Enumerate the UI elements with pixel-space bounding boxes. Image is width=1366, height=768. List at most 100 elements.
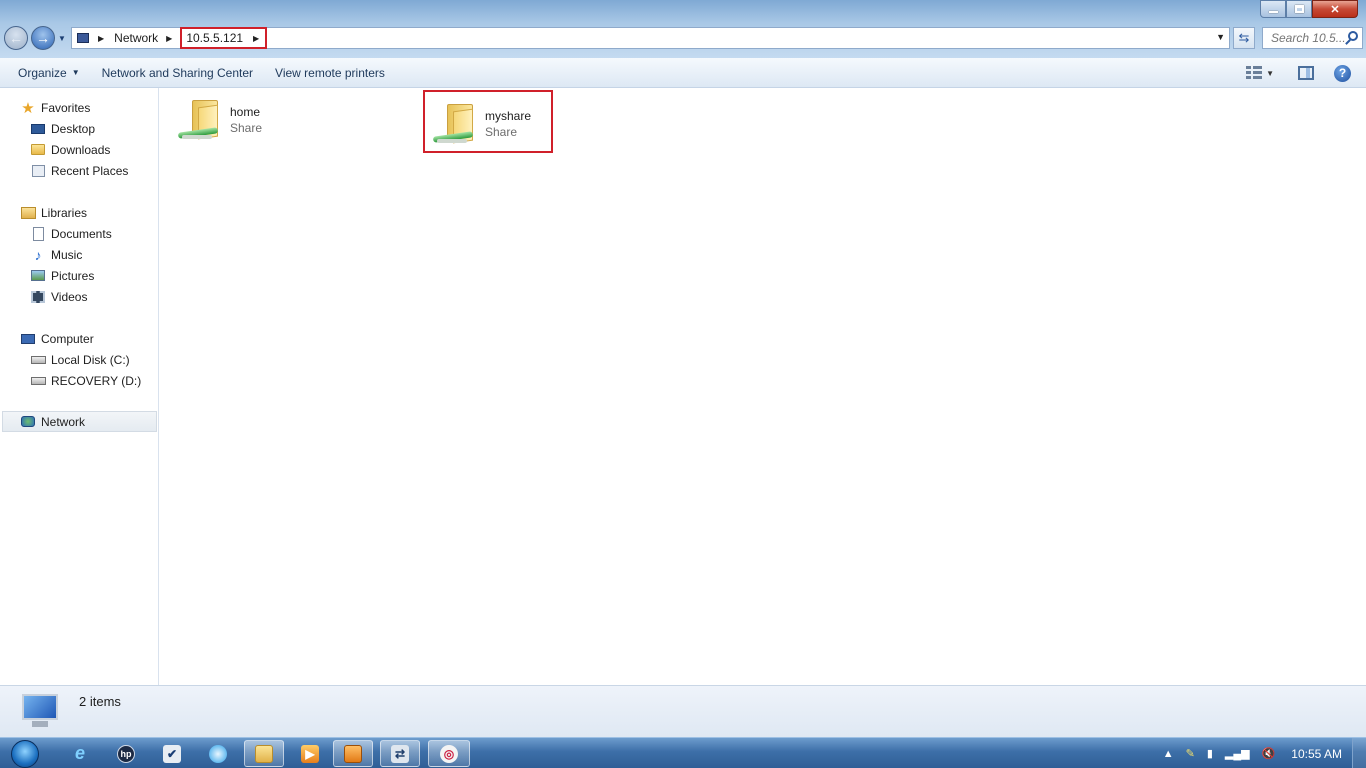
nav-item-recent-places[interactable]: Recent Places: [0, 160, 159, 181]
nav-item-recovery[interactable]: RECOVERY (D:): [0, 370, 159, 391]
nav-item-pictures[interactable]: Pictures: [0, 265, 159, 286]
folder-icon: [255, 744, 273, 763]
breadcrumb-current-highlight[interactable]: 10.5.5.121 ▶: [180, 27, 268, 49]
battery-icon[interactable]: ▮: [1207, 747, 1213, 760]
nav-item-downloads[interactable]: Downloads: [0, 139, 159, 160]
organize-menu[interactable]: Organize ▼: [0, 58, 91, 88]
chevron-down-icon: ▼: [71, 68, 80, 77]
taskbar-windows-explorer[interactable]: [244, 740, 284, 767]
computer-icon: [72, 28, 94, 48]
nav-item-videos[interactable]: Videos: [0, 286, 159, 307]
palette-icon: ◎: [440, 744, 458, 763]
show-desktop-button[interactable]: [1352, 738, 1366, 768]
forward-button[interactable]: →: [31, 26, 55, 50]
maximize-icon: [1294, 5, 1304, 13]
search-box[interactable]: [1262, 27, 1363, 49]
pen-tablet-icon[interactable]: ✎: [1186, 747, 1195, 760]
libraries-group: Libraries Documents ♪ Music Pictures Vid…: [0, 202, 159, 307]
breadcrumb-host[interactable]: 10.5.5.121: [186, 31, 243, 45]
network-sharing-center-button[interactable]: Network and Sharing Center: [91, 58, 264, 88]
nav-item-label: RECOVERY (D:): [51, 373, 142, 388]
breadcrumb-network[interactable]: Network: [110, 31, 162, 45]
taskbar-paint-app[interactable]: ◎: [428, 740, 470, 767]
hard-drive-icon: [30, 373, 46, 388]
nav-libraries-label: Libraries: [41, 205, 88, 220]
help-icon[interactable]: ?: [1334, 64, 1351, 82]
details-pane: 2 items: [0, 685, 1366, 737]
windows-logo-icon: [11, 739, 39, 768]
clock[interactable]: 10:55 AM: [1291, 747, 1342, 761]
taskbar-app-orange[interactable]: [333, 740, 373, 767]
close-button[interactable]: ✕: [1312, 0, 1358, 18]
share-item-home[interactable]: home Share: [176, 94, 296, 150]
taskbar-media-player[interactable]: ▶: [290, 740, 330, 767]
refresh-button[interactable]: ⇆: [1233, 27, 1255, 49]
nav-item-label: Desktop: [51, 121, 96, 136]
maximize-button[interactable]: [1286, 0, 1312, 18]
star-icon: ★: [21, 99, 35, 117]
show-hidden-icons-icon[interactable]: ▲: [1163, 748, 1174, 760]
downloads-folder-icon: [30, 142, 46, 157]
nav-item-music[interactable]: ♪ Music: [0, 244, 159, 265]
nav-item-label: Videos: [51, 289, 88, 304]
volume-muted-icon[interactable]: 🔇: [1262, 747, 1276, 760]
nav-favorites-label: Favorites: [41, 100, 91, 115]
taskbar-internet-explorer[interactable]: e: [60, 740, 100, 767]
taskbar-app-orb[interactable]: [198, 740, 238, 767]
minimize-icon: [1268, 11, 1278, 13]
computer-icon: [18, 694, 62, 730]
change-view-icon[interactable]: [1246, 66, 1263, 80]
back-button[interactable]: ←: [4, 26, 28, 50]
favorites-group: ★ Favorites Desktop Downloads Recent Pla…: [0, 97, 159, 181]
taskbar-hp-app[interactable]: hp: [106, 740, 146, 767]
nav-network[interactable]: Network: [2, 411, 157, 432]
network-connection-icon: ⇄: [391, 744, 409, 763]
title-bar: ✕ ← → ▼ ▶ Network ▶ 10.5.5.121 ▶ ▼ ⇆: [0, 0, 1366, 58]
nav-item-local-disk[interactable]: Local Disk (C:): [0, 349, 159, 370]
signal-bars-icon[interactable]: ▂▄▆: [1225, 747, 1250, 760]
hard-drive-icon: [30, 352, 46, 367]
shared-folder-icon: [431, 98, 479, 146]
search-input[interactable]: [1271, 31, 1345, 45]
music-note-icon: ♪: [34, 246, 42, 263]
address-bar[interactable]: ▶ Network ▶ 10.5.5.121 ▶ ▼: [71, 27, 1230, 49]
nav-item-label: Documents: [51, 226, 112, 241]
nav-computer[interactable]: Computer: [0, 328, 159, 349]
item-count: 2 items: [79, 694, 121, 709]
shared-folder-icon: [176, 94, 224, 142]
pictures-icon: [30, 268, 46, 283]
share-name: myshare: [485, 109, 532, 123]
nav-item-documents[interactable]: Documents: [0, 223, 159, 244]
address-history-dropdown[interactable]: ▼: [1216, 32, 1225, 42]
taskbar-mail-app[interactable]: ✔: [152, 740, 192, 767]
chevron-right-icon[interactable]: ▶: [94, 34, 110, 43]
recent-pages-dropdown[interactable]: ▼: [58, 34, 66, 43]
taskbar: e hp ✔ ▶ ⇄ ◎ ▲ ✎ ▮ ▂▄▆ 🔇 10:55 AM: [0, 737, 1366, 768]
taskbar-network-app[interactable]: ⇄: [380, 740, 420, 767]
navigation-pane: ★ Favorites Desktop Downloads Recent Pla…: [0, 88, 159, 685]
nav-item-desktop[interactable]: Desktop: [0, 118, 159, 139]
nav-libraries[interactable]: Libraries: [0, 202, 159, 223]
hp-logo-icon: hp: [117, 744, 135, 763]
start-button[interactable]: [6, 738, 44, 768]
command-bar: Organize ▼ Network and Sharing Center Vi…: [0, 58, 1366, 88]
window-controls: ✕: [1260, 0, 1358, 18]
nav-network-label: Network: [41, 414, 86, 429]
minimize-button[interactable]: [1260, 0, 1286, 18]
computer-group: Computer Local Disk (C:) RECOVERY (D:): [0, 328, 159, 391]
mail-check-icon: ✔: [163, 744, 181, 763]
libraries-icon: [20, 205, 36, 220]
share-item-myshare[interactable]: myshare Share: [423, 90, 553, 153]
close-icon: ✕: [1330, 3, 1340, 16]
chevron-right-icon[interactable]: ▶: [243, 34, 261, 43]
share-type: Share: [230, 121, 263, 135]
nav-favorites[interactable]: ★ Favorites: [0, 97, 159, 118]
search-icon[interactable]: [1348, 31, 1358, 41]
file-list: home Share myshare Share: [160, 88, 1366, 685]
chevron-right-icon[interactable]: ▶: [162, 34, 178, 43]
film-icon: [30, 289, 46, 304]
chevron-down-icon[interactable]: ▼: [1266, 69, 1274, 78]
preview-pane-icon[interactable]: [1298, 66, 1314, 80]
refresh-icon: ⇆: [1238, 30, 1250, 45]
view-remote-printers-button[interactable]: View remote printers: [264, 58, 396, 88]
